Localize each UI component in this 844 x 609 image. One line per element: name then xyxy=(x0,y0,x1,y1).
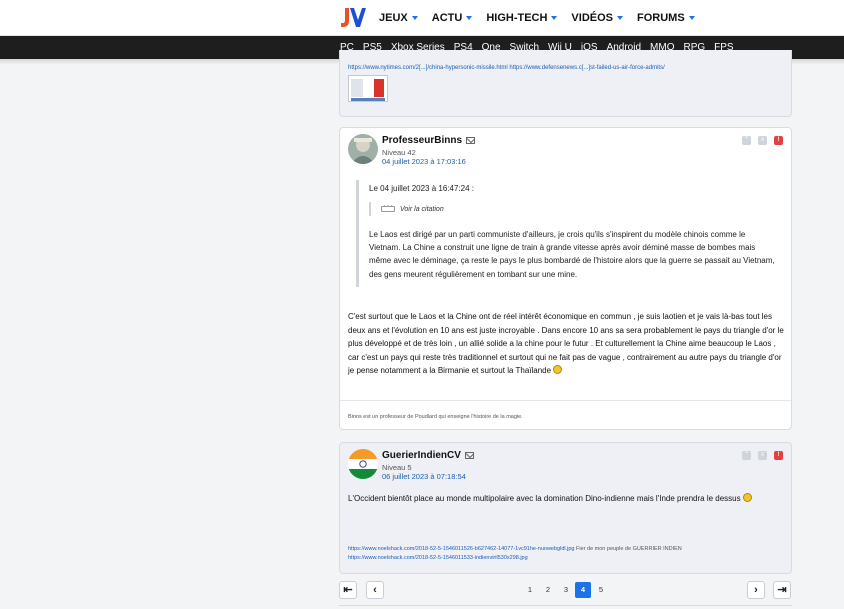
post-author[interactable]: ProfesseurBinns xyxy=(382,135,462,146)
previous-post: https://www.nytimes.com/2[...]/china-hyp… xyxy=(339,50,792,117)
nav-actu[interactable]: ACTU xyxy=(432,12,473,24)
jv-logo[interactable] xyxy=(338,6,366,30)
forum-post: GuerierIndienCV Niveau 5 06 juillet 2023… xyxy=(339,442,792,574)
expand-quote-icon xyxy=(381,201,395,212)
image-thumbnail[interactable] xyxy=(348,75,388,102)
alert-icon[interactable]: ! xyxy=(774,136,783,145)
quote-icon[interactable]: " xyxy=(742,136,751,145)
smiley-icon xyxy=(742,493,752,502)
mail-icon[interactable] xyxy=(466,137,475,144)
jv-logo-icon xyxy=(341,8,366,27)
next-page-button[interactable]: › xyxy=(747,581,765,599)
chevron-down-icon xyxy=(617,16,623,20)
quote-header: Le 04 juillet 2023 à 16:47:24 : xyxy=(369,184,474,193)
nav-videos-label: VIDÉOS xyxy=(571,12,613,24)
signature: https://www.noelshack.com/2018-52-5-1546… xyxy=(348,545,682,563)
signature: Binns est un professeur de Poudlard qui … xyxy=(348,414,523,420)
main-nav: JEUX ACTU HIGH-TECH VIDÉOS FORUMS xyxy=(379,0,709,36)
nav-forums[interactable]: FORUMS xyxy=(637,12,695,24)
top-navbar: JEUX ACTU HIGH-TECH VIDÉOS FORUMS xyxy=(0,0,844,36)
thumbnail-strip xyxy=(351,98,385,101)
first-page-button[interactable]: ⇤ xyxy=(339,581,357,599)
signature-text: Fier de mon peuple de GUERRIER INDIEN xyxy=(574,546,682,552)
nav-high-tech-label: HIGH-TECH xyxy=(486,12,548,24)
author-level: Niveau 42 xyxy=(382,148,416,157)
thumbnail-panel xyxy=(351,79,363,97)
page-link[interactable]: 3 xyxy=(558,582,574,598)
page-link[interactable]: 2 xyxy=(540,582,556,598)
chevron-down-icon xyxy=(466,16,473,20)
page-link[interactable]: 1 xyxy=(522,582,538,598)
post-author[interactable]: GuerierIndienCV xyxy=(382,450,461,461)
smiley-icon xyxy=(553,365,563,374)
page-link-current[interactable]: 4 xyxy=(575,582,591,598)
nav-jeux-label: JEUX xyxy=(379,12,408,24)
nav-forums-label: FORUMS xyxy=(637,12,685,24)
post-date[interactable]: 04 juillet 2023 à 17:03:16 xyxy=(382,157,466,166)
page-link[interactable]: 5 xyxy=(593,582,609,598)
previous-post-links[interactable]: https://www.nytimes.com/2[...]/china-hyp… xyxy=(348,65,665,71)
post-body: L'Occident bientôt place au monde multip… xyxy=(348,492,778,506)
copy-icon[interactable]: ≡ xyxy=(758,451,767,460)
forum-post: ProfesseurBinns Niveau 42 04 juillet 202… xyxy=(339,127,792,430)
alert-icon[interactable]: ! xyxy=(774,451,783,460)
avatar-image xyxy=(348,134,378,164)
nav-jeux[interactable]: JEUX xyxy=(379,12,418,24)
quote-body: Le Laos est dirigé par un parti communis… xyxy=(369,230,775,279)
nested-quote[interactable]: Voir la citation xyxy=(369,201,776,216)
chevron-down-icon xyxy=(551,16,558,20)
india-flag-avatar xyxy=(348,449,378,479)
nav-videos[interactable]: VIDÉOS xyxy=(571,12,623,24)
divider xyxy=(339,605,792,606)
avatar[interactable] xyxy=(348,134,378,164)
post-text: L'Occident bientôt place au monde multip… xyxy=(348,494,741,503)
avatar[interactable] xyxy=(348,449,378,479)
signature-link[interactable]: https://www.noelshack.com/2018-52-5-1546… xyxy=(348,555,528,561)
nested-quote-label: Voir la citation xyxy=(400,205,444,213)
nav-actu-label: ACTU xyxy=(431,12,463,24)
post-date[interactable]: 06 juillet 2023 à 07:18:54 xyxy=(382,472,466,481)
quote-icon[interactable]: " xyxy=(742,451,751,460)
copy-icon[interactable]: ≡ xyxy=(758,136,767,145)
author-level: Niveau 5 xyxy=(382,463,412,472)
signature-link[interactable]: https://www.noelshack.com/2018-52-5-1546… xyxy=(348,546,574,552)
chevron-down-icon xyxy=(411,16,418,20)
blockquote: Le 04 juillet 2023 à 16:47:24 : Voir la … xyxy=(356,180,776,287)
thumbnail-panel xyxy=(374,79,384,97)
post-actions: " ≡ ! xyxy=(742,136,783,145)
chevron-down-icon xyxy=(688,16,695,20)
post-body: C'est surtout que le Laos et la Chine on… xyxy=(348,310,788,378)
mail-icon[interactable] xyxy=(465,452,474,459)
signature-separator xyxy=(340,400,791,401)
last-page-button[interactable]: ⇥ xyxy=(773,581,791,599)
prev-page-button[interactable]: ‹ xyxy=(366,581,384,599)
pagination: ⇤ ‹ 1 2 3 4 5 › ⇥ xyxy=(339,581,792,601)
nav-high-tech[interactable]: HIGH-TECH xyxy=(486,12,558,24)
post-text: C'est surtout que le Laos et la Chine on… xyxy=(348,312,784,375)
post-actions: " ≡ ! xyxy=(742,451,783,460)
